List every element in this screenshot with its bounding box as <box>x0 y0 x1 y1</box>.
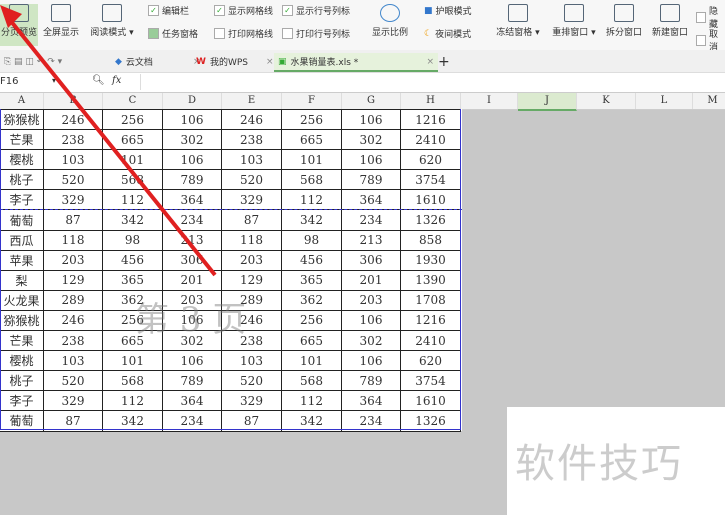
corner-watermark: 软件技巧 <box>507 407 725 515</box>
